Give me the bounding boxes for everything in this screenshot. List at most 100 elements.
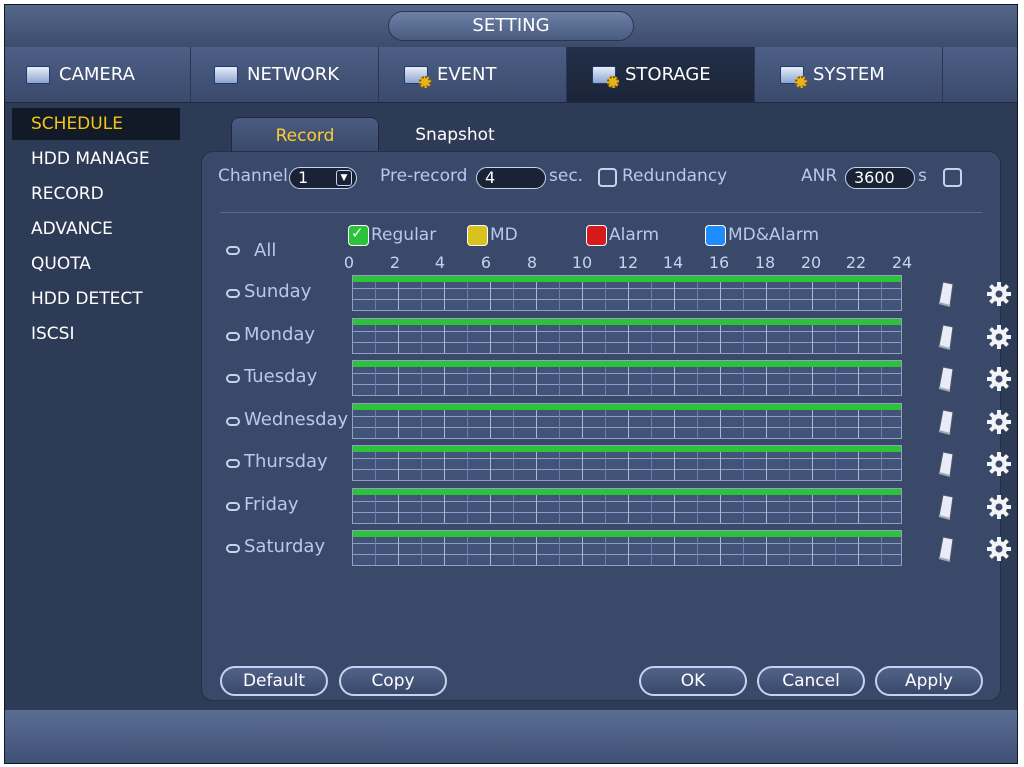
- hour-label: 20: [800, 253, 822, 272]
- time-bar[interactable]: [352, 445, 902, 481]
- gear-icon[interactable]: [986, 324, 1012, 350]
- hour-label: 10: [571, 253, 593, 272]
- pencil-icon[interactable]: [938, 494, 954, 520]
- day-toggle[interactable]: [226, 459, 240, 468]
- day-toggle[interactable]: [226, 502, 240, 511]
- day-toggle[interactable]: [226, 289, 240, 298]
- cancel-button[interactable]: Cancel: [757, 666, 865, 696]
- day-label: Saturday: [244, 536, 326, 557]
- prerecord-input[interactable]: 4: [476, 167, 546, 189]
- apply-button[interactable]: Apply: [875, 666, 983, 696]
- sidebar-item-schedule[interactable]: SCHEDULE: [12, 108, 180, 140]
- hour-label: 8: [526, 253, 538, 272]
- legend-md-label: MD: [490, 225, 518, 245]
- day-label: Tuesday: [244, 366, 318, 387]
- time-bar[interactable]: [352, 275, 902, 311]
- anr-unit: s: [918, 166, 927, 186]
- ok-button[interactable]: OK: [639, 666, 747, 696]
- day-toggle[interactable]: [226, 374, 240, 383]
- redundancy-label: Redundancy: [622, 166, 728, 186]
- legend-regular-swatch[interactable]: ✓: [348, 224, 369, 246]
- legend-md-alarm-swatch[interactable]: [705, 225, 726, 246]
- sidebar-item-hdd-detect[interactable]: HDD DETECT: [12, 283, 180, 315]
- legend-md-alarm-label: MD&Alarm: [728, 225, 820, 245]
- divider: [220, 212, 982, 213]
- chevron-down-icon: ▼: [336, 170, 352, 186]
- channel-value: 1: [298, 168, 309, 187]
- status-bar: [5, 710, 1017, 763]
- pencil-icon[interactable]: [938, 324, 954, 350]
- tab-storage[interactable]: STORAGE: [567, 47, 755, 102]
- tab-system-label: SYSTEM: [813, 64, 885, 85]
- system-icon: [777, 62, 807, 88]
- legend-regular-label: Regular: [371, 225, 437, 245]
- gear-icon[interactable]: [986, 366, 1012, 392]
- sidebar-item-advance[interactable]: ADVANCE: [12, 213, 180, 245]
- anr-input[interactable]: 3600: [845, 167, 915, 189]
- hour-label: 0: [343, 253, 355, 272]
- tab-camera[interactable]: CAMERA: [5, 47, 191, 102]
- pencil-icon[interactable]: [938, 451, 954, 477]
- anr-label: ANR: [801, 166, 838, 186]
- sidebar: SCHEDULE HDD MANAGE RECORD ADVANCE QUOTA…: [5, 102, 197, 707]
- hour-label: 2: [389, 253, 401, 272]
- copy-button[interactable]: Copy: [339, 666, 447, 696]
- anr-checkbox[interactable]: [943, 168, 962, 187]
- pencil-icon[interactable]: [938, 536, 954, 562]
- tab-event[interactable]: EVENT: [379, 47, 567, 102]
- day-label: Thursday: [244, 451, 328, 472]
- prerecord-label: Pre-record: [380, 166, 468, 186]
- day-toggle[interactable]: [226, 417, 240, 426]
- pencil-icon[interactable]: [938, 281, 954, 307]
- subtab-snapshot[interactable]: Snapshot: [385, 117, 525, 153]
- sidebar-item-record[interactable]: RECORD: [12, 178, 180, 210]
- time-bar[interactable]: [352, 360, 902, 396]
- hour-label: 4: [434, 253, 446, 272]
- day-toggle[interactable]: [226, 544, 240, 553]
- day-label: Monday: [244, 324, 316, 345]
- event-icon: [401, 62, 431, 88]
- legend-md-swatch[interactable]: [467, 225, 488, 246]
- day-toggle[interactable]: [226, 332, 240, 341]
- all-toggle[interactable]: [226, 246, 240, 255]
- hour-label: 16: [708, 253, 730, 272]
- hour-label: 24: [891, 253, 913, 272]
- gear-icon[interactable]: [986, 281, 1012, 307]
- tab-network-label: NETWORK: [247, 64, 340, 85]
- camera-icon: [23, 62, 53, 88]
- gear-icon[interactable]: [986, 451, 1012, 477]
- channel-label: Channel: [218, 166, 288, 186]
- tab-storage-label: STORAGE: [625, 64, 711, 85]
- tab-network[interactable]: NETWORK: [191, 47, 379, 102]
- day-label: Sunday: [244, 281, 312, 302]
- all-label: All: [254, 240, 277, 261]
- day-label: Friday: [244, 494, 299, 515]
- time-bar[interactable]: [352, 488, 902, 524]
- pencil-icon[interactable]: [938, 409, 954, 435]
- hour-label: 14: [662, 253, 684, 272]
- hour-label: 6: [480, 253, 492, 272]
- gear-icon[interactable]: [986, 409, 1012, 435]
- legend-alarm-swatch[interactable]: [586, 225, 607, 246]
- sidebar-item-quota[interactable]: QUOTA: [12, 248, 180, 280]
- channel-select[interactable]: 1 ▼: [289, 167, 357, 189]
- check-icon: ✓: [351, 224, 364, 242]
- sidebar-item-hdd-manage[interactable]: HDD MANAGE: [12, 143, 180, 175]
- time-bar[interactable]: [352, 318, 902, 354]
- tab-event-label: EVENT: [437, 64, 497, 85]
- hour-label: 18: [754, 253, 776, 272]
- gear-icon[interactable]: [986, 494, 1012, 520]
- storage-icon: [589, 62, 619, 88]
- redundancy-checkbox[interactable]: [598, 168, 617, 187]
- time-bar[interactable]: [352, 403, 902, 439]
- time-bar[interactable]: [352, 530, 902, 566]
- tab-system[interactable]: SYSTEM: [755, 47, 943, 102]
- sidebar-item-iscsi[interactable]: ISCSI: [12, 318, 180, 350]
- pencil-icon[interactable]: [938, 366, 954, 392]
- main-tab-bar: CAMERA NETWORK EVENT STORAGE SYSTEM: [5, 47, 1017, 103]
- gear-icon[interactable]: [986, 536, 1012, 562]
- subtab-record[interactable]: Record: [231, 117, 379, 154]
- default-button[interactable]: Default: [220, 666, 328, 696]
- day-label: Wednesday: [244, 409, 349, 430]
- hour-label: 12: [617, 253, 639, 272]
